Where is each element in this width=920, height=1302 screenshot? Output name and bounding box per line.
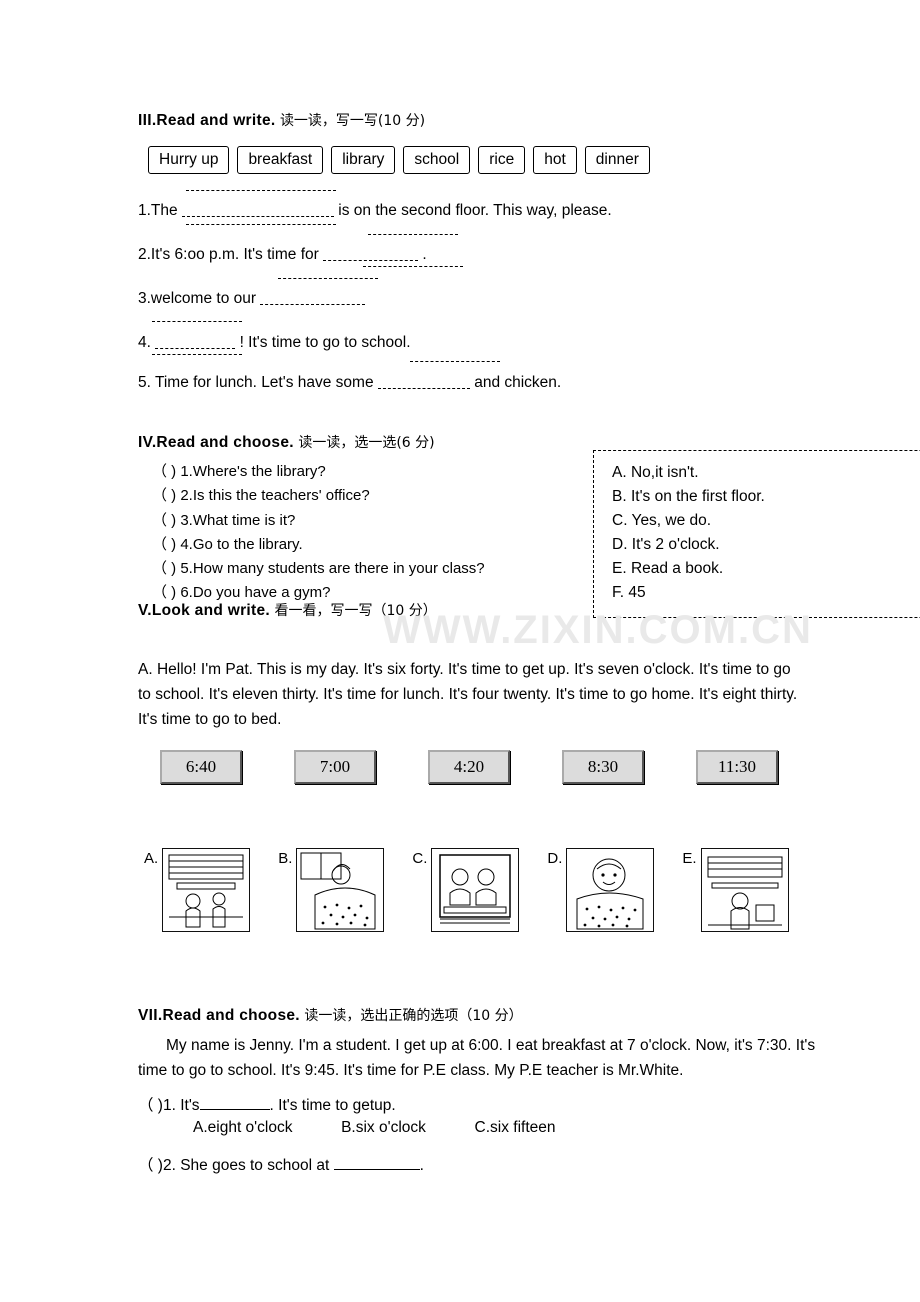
clock-display: 11:30 — [696, 750, 778, 785]
question-seven-1-blank[interactable] — [199, 1109, 270, 1111]
fill-item-5-pre: 5. Time for lunch. Let's have some — [138, 374, 374, 391]
fill-item-2: 2.It's 6:oo p.m. It's time for . — [138, 234, 838, 267]
stray-rule — [368, 234, 458, 235]
clock-display: 4:20 — [428, 750, 510, 785]
fill-item-5-post: and chicken. — [474, 374, 562, 391]
picture-item-c: C. — [412, 848, 520, 933]
answer-option[interactable]: B. It's on the first floor. — [612, 485, 920, 509]
section-seven-heading: VII.Read and choose. 读一读，选出正确的选项（10 分） — [138, 1005, 898, 1025]
clock-display: 8:30 — [562, 750, 644, 785]
word-bank-item[interactable]: hot — [533, 146, 577, 174]
classroom-illustration-icon — [163, 849, 250, 932]
lunch-illustration-icon — [432, 849, 519, 932]
section-three: III.Read and write. 读一读，写一写(10 分) Hurry … — [138, 110, 838, 392]
section-seven: VII.Read and choose. 读一读，选出正确的选项（10 分） M… — [138, 1005, 898, 1175]
answer-option[interactable]: E. Read a book. — [612, 557, 920, 581]
section-three-cn: 读一读，写一写(10 分) — [279, 113, 426, 129]
answer-option[interactable]: A. No,it isn't. — [612, 461, 920, 485]
fill-item-2-post: . — [422, 246, 427, 263]
sleep-illustration-icon — [567, 849, 654, 932]
word-bank-item[interactable]: school — [403, 146, 471, 174]
word-bank: Hurry up breakfast library school rice h… — [148, 146, 838, 174]
fill-item-3-pre: 3.welcome to our — [138, 290, 257, 307]
section-five-heading: V.Look and write. 看一看，写一写（10 分） — [138, 600, 898, 620]
option-b[interactable]: B.six o'clock — [341, 1119, 426, 1136]
question-seven-1-pre: （ )1. It's — [138, 1097, 200, 1115]
picture-label: B. — [278, 850, 293, 868]
question-seven-1-options: A.eight o'clock B.six o'clock C.six fift… — [138, 1119, 898, 1137]
fill-item-4: 4. ! It's time to go to school. — [138, 321, 838, 355]
clock-display: 7:00 — [294, 750, 376, 785]
word-bank-item[interactable]: Hurry up — [148, 146, 230, 174]
stray-rule — [186, 224, 336, 225]
section-five-paragraph: A. Hello! I'm Pat. This is my day. It's … — [138, 661, 798, 728]
word-bank-item[interactable]: rice — [478, 146, 526, 174]
fill-item-1: 1.The is on the second floor. This way, … — [138, 190, 838, 225]
picture-item-d: D. — [547, 848, 655, 933]
question-seven-2-blank[interactable] — [333, 1169, 420, 1171]
picture-row: A. B. C. D. E. — [144, 848, 898, 933]
picture-label: A. — [144, 850, 159, 868]
section-three-title: III.Read and write. — [138, 112, 276, 129]
picture-label: C. — [412, 850, 428, 868]
fill-item-1-blank[interactable] — [181, 216, 334, 217]
clock-display: 6:40 — [160, 750, 242, 785]
section-seven-cn: 读一读，选出正确的选项（10 分） — [304, 1008, 523, 1024]
section-three-heading: III.Read and write. 读一读，写一写(10 分) — [138, 110, 838, 130]
worksheet-page: III.Read and write. 读一读，写一写(10 分) Hurry … — [0, 0, 920, 1302]
option-c[interactable]: C.six fifteen — [475, 1119, 556, 1136]
picture-item-b: B. — [278, 848, 385, 933]
option-a[interactable]: A.eight o'clock — [193, 1119, 292, 1136]
question-seven-2: （ )2. She goes to school at . — [138, 1153, 898, 1175]
picture-classroom — [162, 848, 251, 933]
fill-item-2-blank[interactable] — [323, 260, 419, 261]
fill-item-3: 3.welcome to our — [138, 278, 838, 308]
wake-up-illustration-icon — [297, 849, 384, 932]
go-home-illustration-icon — [701, 849, 788, 932]
stray-rule — [152, 354, 242, 355]
question-seven-1-post: . It's time to getup. — [269, 1097, 396, 1115]
answer-option[interactable]: C. Yes, we do. — [612, 509, 920, 533]
section-seven-title: VII.Read and choose. — [138, 1007, 300, 1024]
fill-item-1-pre: 1.The — [138, 202, 178, 219]
picture-lunch — [431, 848, 520, 933]
answer-options-box: A. No,it isn't. B. It's on the first flo… — [593, 450, 920, 618]
picture-label: D. — [547, 850, 563, 868]
section-four: IV.Read and choose. 读一读，选一选(6 分) （ ) 1.W… — [138, 432, 920, 618]
word-bank-item[interactable]: library — [331, 146, 396, 174]
picture-sleep — [566, 848, 655, 933]
picture-item-a: A. — [144, 848, 251, 933]
fill-item-3-blank[interactable] — [260, 304, 366, 305]
question-seven-1: （ )1. It's . It's time to getup. — [138, 1093, 898, 1115]
section-five-cn: 看一看，写一写（10 分） — [274, 603, 437, 619]
fill-item-1-post: is on the second floor. This way, please… — [338, 202, 612, 219]
section-five-title: V.Look and write. — [138, 602, 270, 619]
stray-rule — [278, 278, 378, 279]
section-five: V.Look and write. 看一看，写一写（10 分） WWW.ZIXI… — [138, 600, 898, 933]
clock-row: 6:40 7:00 4:20 8:30 11:30 — [160, 750, 898, 785]
question-seven-2-pre: （ )2. She goes to school at — [138, 1157, 330, 1175]
question-seven-2-post: . — [419, 1157, 424, 1175]
word-bank-item[interactable]: dinner — [584, 146, 650, 174]
picture-item-e: E. — [682, 848, 789, 933]
fill-item-4-blank[interactable] — [155, 348, 236, 349]
fill-item-5-blank[interactable] — [377, 388, 470, 389]
answer-option[interactable]: D. It's 2 o'clock. — [612, 533, 920, 557]
picture-label: E. — [682, 850, 697, 868]
stray-rule — [410, 361, 500, 362]
section-seven-paragraph: My name is Jenny. I'm a student. I get u… — [138, 1037, 816, 1080]
section-four-cn: 读一读，选一选(6 分) — [298, 435, 435, 451]
stray-rule — [186, 190, 336, 191]
section-four-heading: IV.Read and choose. 读一读，选一选(6 分) — [138, 432, 898, 452]
stray-rule — [363, 266, 463, 267]
word-bank-item[interactable]: breakfast — [237, 146, 324, 174]
stray-rule — [152, 321, 242, 322]
fill-item-4-post: ! It's time to go to school. — [239, 334, 411, 351]
fill-item-5: 5. Time for lunch. Let's have some and c… — [138, 361, 838, 392]
picture-go-home — [700, 848, 789, 933]
section-four-title: IV.Read and choose. — [138, 434, 294, 451]
fill-item-4-pre: 4. — [138, 334, 151, 351]
fill-item-2-pre: 2.It's 6:oo p.m. It's time for — [138, 246, 319, 263]
picture-wake-up — [296, 848, 385, 933]
